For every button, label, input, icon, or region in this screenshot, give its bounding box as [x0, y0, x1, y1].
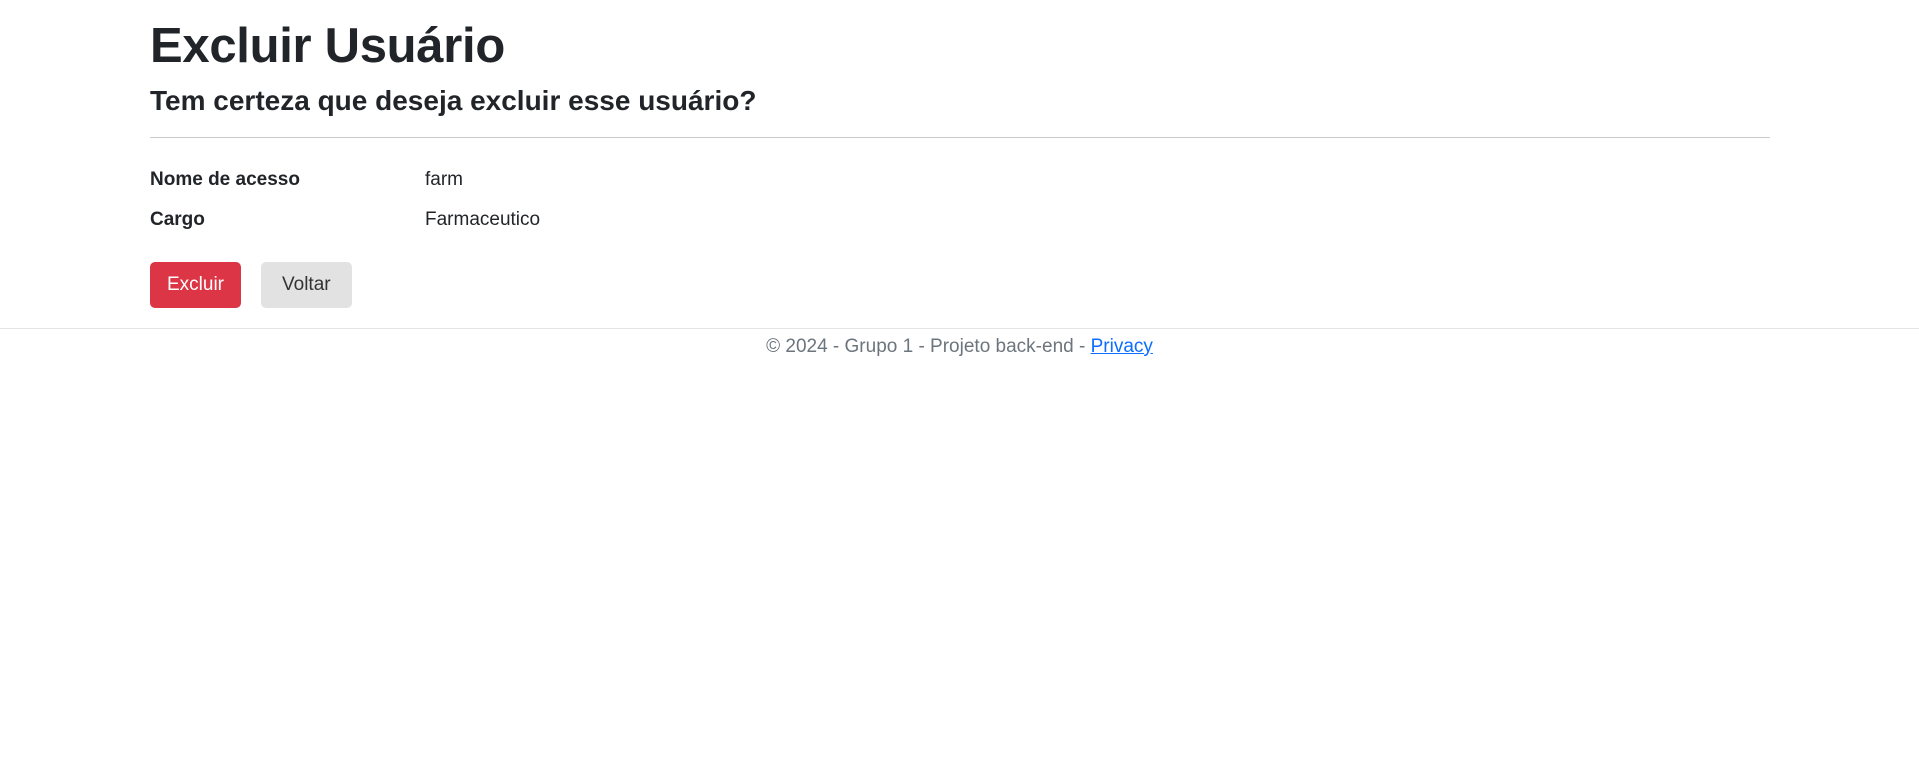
detail-label: Nome de acesso — [150, 169, 300, 190]
detail-row-username: Nome de acesso farm — [150, 160, 1770, 200]
detail-value: farm — [425, 169, 463, 190]
detail-value: Farmaceutico — [425, 209, 541, 230]
page-title: Excluir Usuário — [150, 19, 505, 73]
detail-label: Cargo — [150, 209, 205, 230]
delete-button[interactable]: Excluir — [150, 262, 242, 308]
footer-text: © 2024 - Grupo 1 - Projeto back-end - — [766, 336, 1091, 357]
form-actions: Excluir Voltar — [150, 262, 1770, 308]
detail-row-role: Cargo Farmaceutico — [150, 200, 1770, 240]
back-button[interactable]: Voltar — [261, 262, 352, 308]
confirmation-question: Tem certeza que deseja excluir esse usuá… — [150, 85, 757, 116]
footer: © 2024 - Grupo 1 - Projeto back-end - Pr… — [0, 328, 1919, 361]
privacy-link[interactable]: Privacy — [1091, 336, 1153, 357]
divider — [150, 137, 1770, 138]
main-content: Excluir Usuário Tem certeza que deseja e… — [150, 0, 1770, 308]
user-details: Nome de acesso farm Cargo Farmaceutico — [150, 160, 1770, 240]
